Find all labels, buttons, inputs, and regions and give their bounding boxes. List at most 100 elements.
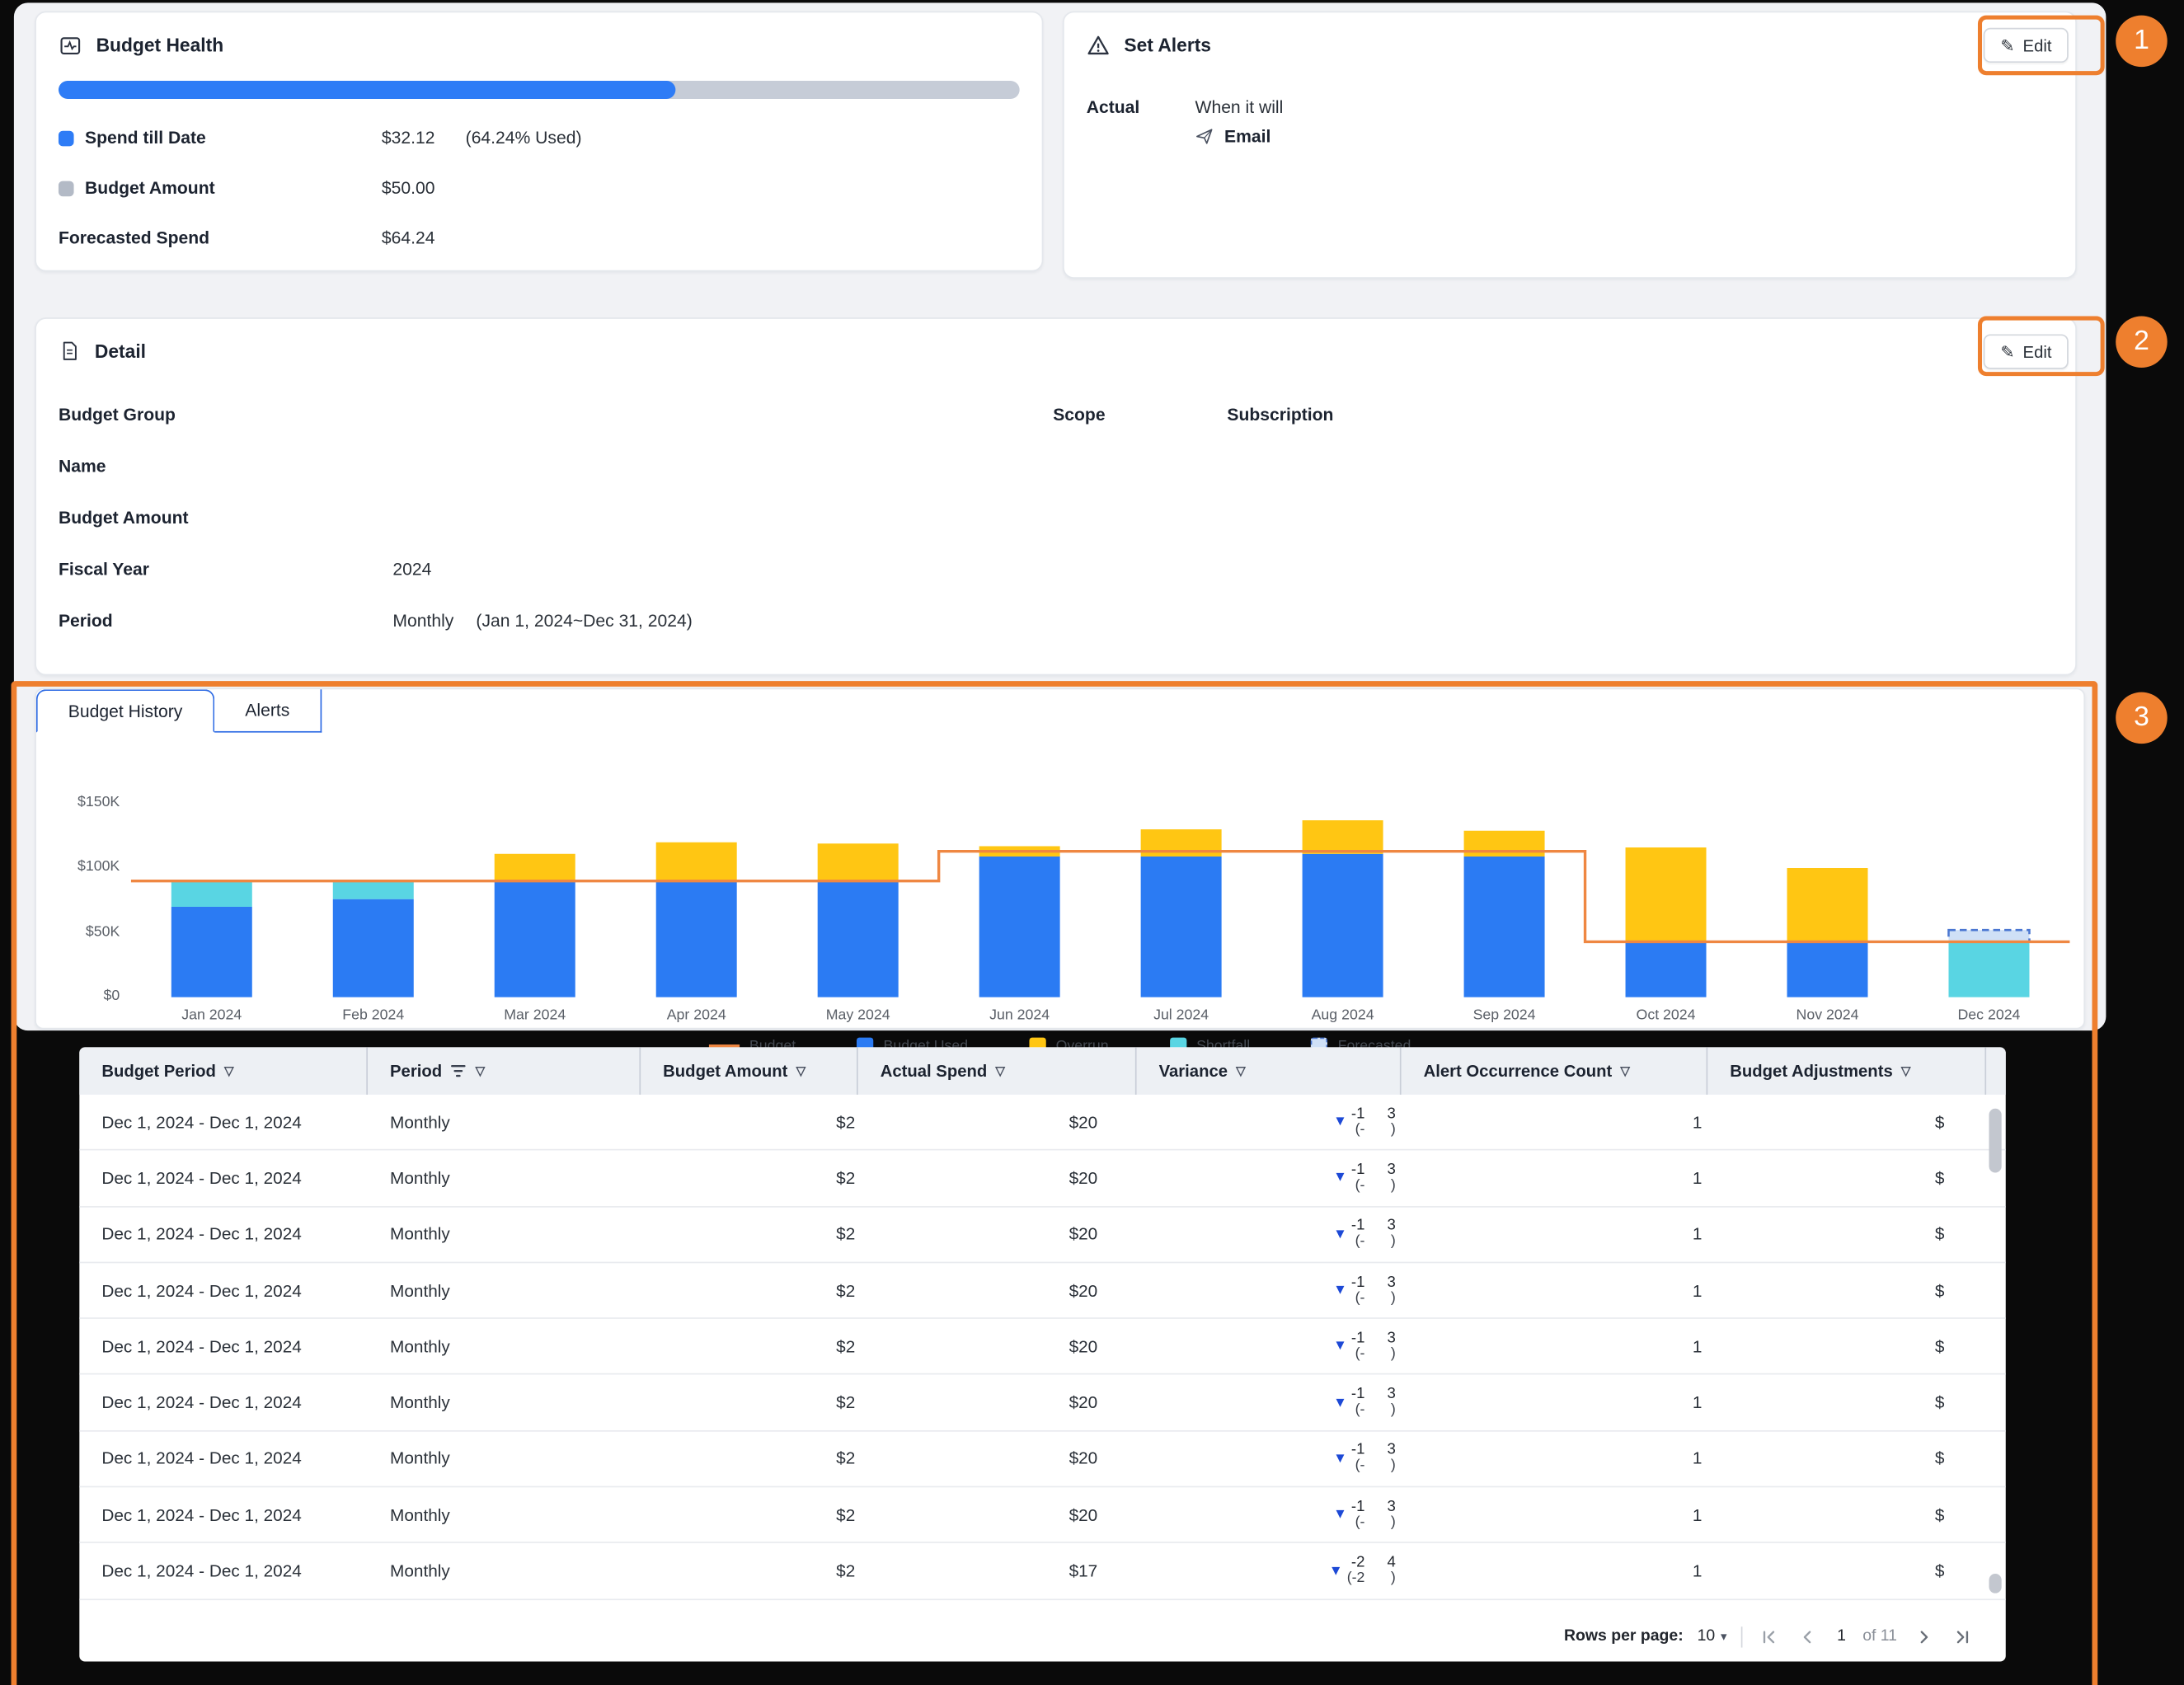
sort-icon[interactable]: ▽ — [476, 1063, 486, 1079]
cell-variance: ▼ -1(- 3) — [1137, 1207, 1402, 1261]
period-row: Period Monthly (Jan 1, 2024~Dec 31, 2024… — [59, 594, 2053, 646]
table-row: Dec 1, 2024 - Dec 1, 2024 Monthly $2 $20… — [79, 1375, 2005, 1431]
first-page-button[interactable] — [1756, 1624, 1781, 1649]
alert-email-label: Email — [1224, 127, 1270, 147]
spend-percent-used: (64.24% Used) — [466, 128, 582, 148]
screenshot-root: Budget Health Spend till Date $32.12 (64… — [0, 0, 2184, 1685]
spend-till-date-value: $32.12 — [382, 128, 435, 148]
budget-health-title: Budget Health — [96, 35, 224, 55]
col-header-budget-adjustments[interactable]: Budget Adjustments ▽ — [1707, 1047, 1986, 1094]
budget-health-icon — [59, 34, 82, 58]
fiscal-year-row: Fiscal Year 2024 — [59, 543, 2053, 595]
cell-budget-adjustments: $ — [1707, 1095, 1986, 1149]
budget-health-rows: Spend till Date $32.12 (64.24% Used) Bud… — [36, 105, 1042, 264]
forecasted-spend-label: Forecasted Spend — [59, 228, 209, 248]
cell-budget-amount: $2 — [641, 1543, 858, 1598]
cell-budget-amount: $2 — [641, 1319, 858, 1373]
cell-variance: ▼ -1(- 3) — [1137, 1095, 1402, 1149]
x-axis-label: Feb 2024 — [293, 1007, 454, 1023]
variance-down-icon: ▼ — [1333, 1283, 1347, 1298]
spend-till-date-label: Spend till Date — [85, 128, 206, 148]
table-row: Dec 1, 2024 - Dec 1, 2024 Monthly $2 $20… — [79, 1207, 2005, 1263]
chart-plot — [131, 794, 2070, 1002]
cell-budget-adjustments: $ — [1707, 1319, 1986, 1373]
x-axis-label: Nov 2024 — [1747, 1007, 1909, 1023]
scrollbar-end[interactable] — [1989, 1574, 2001, 1593]
cell-period: Monthly — [368, 1431, 641, 1486]
rows-per-page-value: 10 — [1698, 1628, 1716, 1645]
table-scrollbar[interactable] — [1989, 1103, 2001, 1593]
variance-down-icon: ▼ — [1333, 1171, 1347, 1186]
sort-icon[interactable]: ▽ — [1901, 1063, 1911, 1079]
fiscal-year-value: 2024 — [392, 559, 431, 579]
cell-budget-period: Dec 1, 2024 - Dec 1, 2024 — [79, 1263, 368, 1317]
cell-variance: ▼ -1(- 3) — [1137, 1431, 1402, 1486]
cell-actual-spend: $20 — [858, 1263, 1137, 1317]
table-header: Budget Period ▽ Period ▽ Budget Amount ▽… — [79, 1047, 2005, 1094]
cell-budget-period: Dec 1, 2024 - Dec 1, 2024 — [79, 1431, 368, 1486]
sort-icon[interactable]: ▽ — [995, 1063, 1005, 1079]
rows-per-page-select[interactable]: 10 ▾ — [1698, 1628, 1727, 1645]
filter-applied-icon[interactable] — [450, 1063, 467, 1079]
table-row: Dec 1, 2024 - Dec 1, 2024 Monthly $2 $17… — [79, 1543, 2005, 1599]
set-alerts-title: Set Alerts — [1124, 35, 1211, 55]
col-header-actual-spend[interactable]: Actual Spend ▽ — [858, 1047, 1137, 1094]
detail-edit-button[interactable]: ✎ Edit — [1984, 334, 2069, 368]
variance-down-icon: ▼ — [1333, 1395, 1347, 1410]
col-label: Budget Period — [101, 1061, 216, 1081]
scope-value: Subscription — [1227, 405, 1333, 425]
next-page-button[interactable] — [1911, 1624, 1936, 1649]
warning-icon — [1087, 34, 1111, 58]
sort-icon[interactable]: ▽ — [1236, 1063, 1246, 1079]
x-axis-label: Mar 2024 — [454, 1007, 616, 1023]
col-label: Variance — [1159, 1061, 1228, 1081]
x-axis-label: Jul 2024 — [1101, 1007, 1262, 1023]
cell-period: Monthly — [368, 1543, 641, 1598]
sort-icon[interactable]: ▽ — [224, 1063, 234, 1079]
table-footer: Rows per page: 10 ▾ 1 of 11 — [1564, 1624, 1975, 1649]
period-range: (Jan 1, 2024~Dec 31, 2024) — [476, 611, 692, 631]
sort-icon[interactable]: ▽ — [796, 1063, 806, 1079]
tab-alerts[interactable]: Alerts — [214, 689, 322, 732]
variance-down-icon: ▼ — [1333, 1339, 1347, 1354]
sort-icon[interactable]: ▽ — [1620, 1063, 1630, 1079]
forecasted-spend-value: $64.24 — [382, 228, 435, 248]
last-page-button[interactable] — [1950, 1624, 1975, 1649]
cell-variance: ▼ -1(- 3) — [1137, 1487, 1402, 1542]
current-page[interactable]: 1 — [1837, 1628, 1846, 1645]
cell-alert-occurrence-count: 1 — [1402, 1151, 1708, 1205]
period-value: Monthly — [392, 611, 453, 631]
x-axis-label: Oct 2024 — [1585, 1007, 1747, 1023]
annotation-badge-2: 2 — [2116, 316, 2168, 368]
cell-budget-adjustments: $ — [1707, 1375, 1986, 1429]
col-header-alert-occurrence-count[interactable]: Alert Occurrence Count ▽ — [1402, 1047, 1708, 1094]
cell-budget-amount: $2 — [641, 1487, 858, 1542]
cell-budget-adjustments: $ — [1707, 1487, 1986, 1542]
detail-card: Detail ✎ Edit Budget Group Name Budget A… — [35, 317, 2077, 675]
detail-title: Detail — [95, 340, 146, 361]
col-header-period[interactable]: Period ▽ — [368, 1047, 641, 1094]
cell-actual-spend: $20 — [858, 1151, 1137, 1205]
cell-actual-spend: $20 — [858, 1095, 1137, 1149]
x-axis-label: Dec 2024 — [1908, 1007, 2069, 1023]
cell-budget-adjustments: $ — [1707, 1431, 1986, 1486]
budget-health-header: Budget Health — [36, 12, 1042, 69]
scrollbar-thumb[interactable] — [1989, 1109, 2001, 1173]
cell-variance: ▼ -1(- 3) — [1137, 1263, 1402, 1317]
tab-budget-history[interactable]: Budget History — [36, 689, 214, 732]
caret-down-icon: ▾ — [1721, 1629, 1727, 1645]
name-row: Name — [59, 440, 2053, 492]
col-header-budget-period[interactable]: Budget Period ▽ — [79, 1047, 368, 1094]
cell-budget-period: Dec 1, 2024 - Dec 1, 2024 — [79, 1543, 368, 1598]
col-header-variance[interactable]: Variance ▽ — [1137, 1047, 1402, 1094]
previous-page-button[interactable] — [1795, 1624, 1820, 1649]
col-header-budget-amount[interactable]: Budget Amount ▽ — [641, 1047, 858, 1094]
budget-amount-label: Budget Amount — [85, 178, 215, 198]
edit-label: Edit — [2023, 342, 2052, 362]
cell-period: Monthly — [368, 1319, 641, 1373]
set-alerts-edit-button[interactable]: ✎ Edit — [1984, 28, 2069, 63]
variance-down-icon: ▼ — [1333, 1115, 1347, 1130]
x-axis-label: Aug 2024 — [1262, 1007, 1424, 1023]
cell-budget-period: Dec 1, 2024 - Dec 1, 2024 — [79, 1319, 368, 1373]
cell-alert-occurrence-count: 1 — [1402, 1543, 1708, 1598]
